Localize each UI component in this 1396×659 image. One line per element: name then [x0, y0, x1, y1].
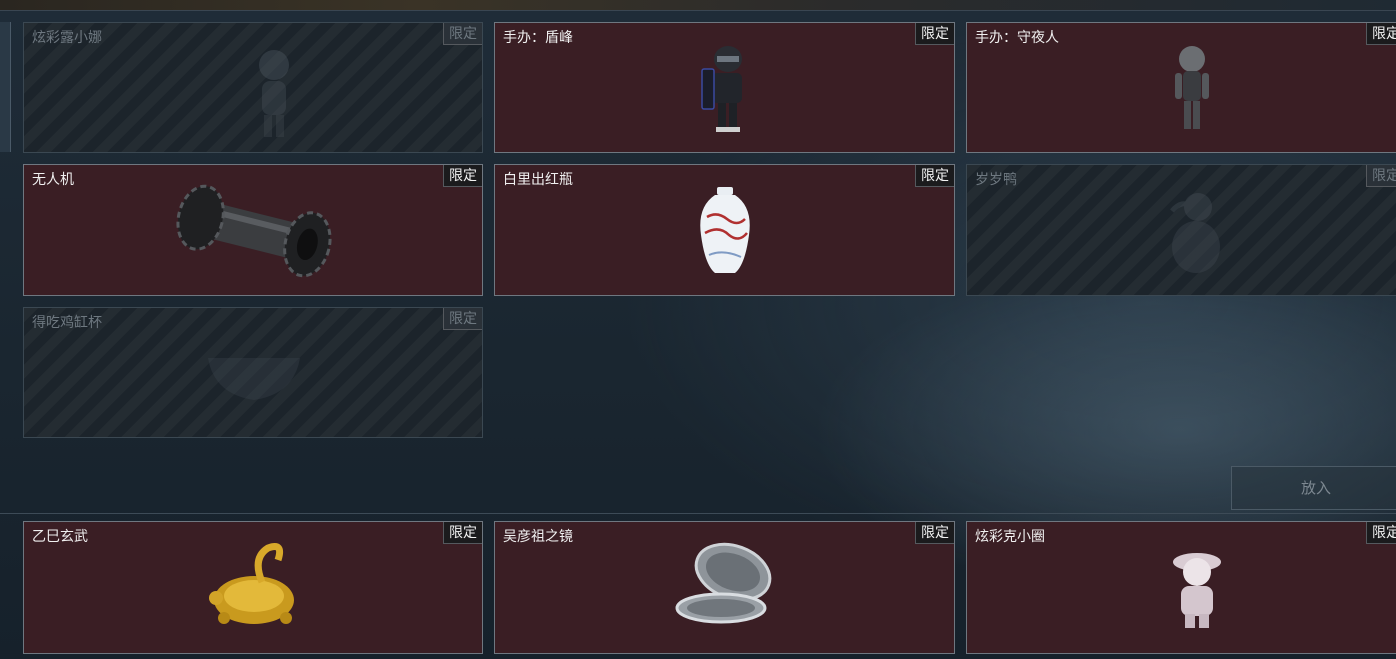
chicken-cup-icon — [208, 358, 300, 400]
limited-tag: 限定 — [443, 522, 482, 544]
collection-card-xuancai-luxiaona[interactable]: 炫彩露小娜 限定 — [23, 22, 483, 153]
card-name: 吴彦祖之镜 — [503, 529, 573, 545]
collection-card-chicken-cup[interactable]: 得吃鸡缸杯 限定 — [23, 307, 483, 438]
card-name: 手办：守夜人 — [975, 30, 1059, 46]
compact-mirror-icon — [675, 542, 772, 624]
collection-card-drone[interactable]: 无人机 限定 — [23, 164, 483, 296]
drone-roller-icon — [176, 184, 332, 278]
figure-girl-icon — [259, 50, 289, 137]
card-name: 手办：盾峰 — [503, 30, 573, 46]
put-in-button[interactable]: 放入 — [1231, 466, 1396, 510]
limited-tag: 限定 — [915, 23, 954, 45]
duck-icon — [1170, 193, 1220, 273]
section-divider — [0, 513, 1396, 514]
limited-tag: 限定 — [1366, 522, 1396, 544]
collection-card-wuyanzu-mirror[interactable]: 吴彦祖之镜 限定 — [494, 521, 955, 654]
card-name: 得吃鸡缸杯 — [32, 315, 102, 331]
collection-card-yisi-xuanwu[interactable]: 乙巳玄武 限定 — [23, 521, 483, 654]
collection-card-figure-dunfeng[interactable]: 手办：盾峰 限定 — [494, 22, 955, 153]
collection-card-suisui-duck[interactable]: 岁岁鸭 限定 — [966, 164, 1396, 296]
figure-girl-hat-icon — [1173, 553, 1221, 628]
left-scroll-edge[interactable] — [0, 22, 11, 152]
collection-card-xuancai-kexiaoquan[interactable]: 炫彩克小圈 限定 — [966, 521, 1396, 654]
limited-tag: 限定 — [443, 308, 482, 330]
limited-tag: 限定 — [915, 165, 954, 187]
card-name: 炫彩克小圈 — [975, 529, 1045, 545]
figure-riot-soldier-icon — [701, 46, 742, 132]
collection-card-porcelain-vase[interactable]: 白里出红瓶 限定 — [494, 164, 955, 296]
limited-tag: 限定 — [443, 165, 482, 187]
porcelain-vase-icon — [700, 187, 750, 273]
limited-tag: 限定 — [443, 23, 482, 45]
figure-night-watcher-icon — [1175, 46, 1209, 129]
limited-tag: 限定 — [915, 522, 954, 544]
limited-tag: 限定 — [1366, 23, 1396, 45]
card-name: 无人机 — [32, 172, 74, 188]
limited-tag: 限定 — [1366, 165, 1396, 187]
card-name: 炫彩露小娜 — [32, 30, 102, 46]
card-name: 岁岁鸭 — [975, 172, 1017, 188]
card-name: 乙巳玄武 — [32, 529, 88, 545]
top-banner-strip — [0, 0, 1396, 11]
collection-card-figure-shouyeren[interactable]: 手办：守夜人 限定 — [966, 22, 1396, 153]
card-name: 白里出红瓶 — [503, 172, 573, 188]
golden-snake-turtle-icon — [209, 543, 294, 624]
